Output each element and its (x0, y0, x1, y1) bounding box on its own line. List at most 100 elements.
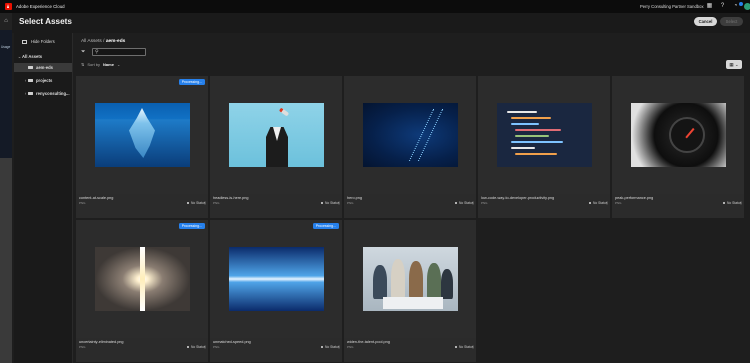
folder-icon (28, 78, 33, 83)
apps-grid-icon[interactable]: ▦ (706, 3, 713, 10)
asset-type: PNG (79, 345, 86, 349)
asset-image (363, 103, 458, 167)
status-dot-icon (321, 346, 323, 348)
asset-thumbnail[interactable] (210, 76, 342, 194)
processing-badge: Processing... (178, 223, 205, 229)
more-options-icon[interactable]: ⋮ (337, 200, 341, 205)
sort-icon: ⇅ (81, 62, 85, 67)
status-dot-icon (455, 202, 457, 204)
dialog-title: Select Assets (19, 17, 72, 26)
grid-view-icon[interactable]: ▦ ⌄ (726, 60, 742, 69)
breadcrumb-current: aem-eds (105, 39, 126, 44)
asset-image (229, 103, 324, 167)
status-dot-icon (321, 202, 323, 204)
asset-image (95, 103, 190, 167)
sort-control[interactable]: ⇅ Sort by Name ⌄ (81, 62, 120, 67)
hide-folders-label: Hide Folders (31, 39, 55, 44)
asset-image (229, 247, 324, 311)
status-dot-icon (187, 346, 189, 348)
adobe-logo-icon[interactable] (5, 3, 12, 10)
hide-folders-button[interactable]: Hide Folders (22, 39, 55, 44)
asset-name: content-at-scale.png (79, 196, 114, 200)
asset-card[interactable]: widen-the-talent-pool.png PNG No Status … (344, 220, 476, 362)
asset-card[interactable]: headless-is-here.png PNG No Status ⋮ (210, 76, 342, 218)
org-switcher[interactable]: Perry Consulting Partner Sandbox (640, 4, 704, 9)
status-dot-icon (455, 346, 457, 348)
folder-tree-panel: Hide Folders ⌄ All Assets aem-eds › proj… (14, 33, 73, 363)
more-options-icon[interactable]: ⋮ (203, 200, 207, 205)
asset-card[interactable]: Processing... unmatched-speed.png PNG No… (210, 220, 342, 362)
asset-image (631, 103, 726, 167)
select-assets-dialog: Select Assets Cancel Select Hide Folders… (12, 13, 750, 363)
tree-item-label: projects (36, 78, 53, 83)
folder-icon (28, 91, 33, 96)
background-nav-tag: Usage (1, 45, 11, 49)
search-icon: ⚲ (95, 49, 99, 55)
asset-thumbnail[interactable] (612, 76, 744, 194)
tree-item-renyconsulting[interactable]: › renyconsulting... (14, 89, 72, 98)
asset-image (95, 247, 190, 311)
tree-item-projects[interactable]: › projects (14, 76, 72, 85)
asset-type: PNG (79, 201, 86, 205)
tree-item-all-assets[interactable]: ⌄ All Assets (14, 52, 72, 61)
sort-label: Sort by (87, 62, 101, 67)
more-options-icon[interactable]: ⋮ (203, 344, 207, 349)
status-dot-icon (187, 202, 189, 204)
more-options-icon[interactable]: ⋮ (471, 200, 475, 205)
asset-type: PNG (481, 201, 488, 205)
tree-item-aem-eds[interactable]: aem-eds (14, 63, 72, 72)
asset-thumbnail[interactable]: Processing... (210, 220, 342, 338)
breadcrumb-root[interactable]: All Assets (81, 39, 102, 44)
bell-icon[interactable]: ◔ (732, 3, 739, 10)
filter-icon[interactable]: ⏷ (81, 49, 85, 56)
asset-thumbnail[interactable] (478, 76, 610, 194)
help-icon[interactable]: ? (719, 3, 726, 10)
home-icon[interactable]: ⌂ (0, 13, 12, 30)
breadcrumb: All Assets / aem-eds (81, 39, 125, 44)
app-title[interactable]: Adobe Experience Cloud (16, 4, 65, 9)
assets-content: All Assets / aem-eds ⏷ ⚲ ⇅ Sort by Name … (74, 33, 750, 363)
status-dot-icon (589, 202, 591, 204)
breadcrumb-separator: / (103, 39, 105, 44)
processing-badge: Processing... (178, 79, 205, 85)
asset-type: PNG (347, 345, 354, 349)
asset-card[interactable]: peak-performance.png PNG No Status ⋮ (612, 76, 744, 218)
more-options-icon[interactable]: ⋮ (337, 344, 341, 349)
asset-name: unmatched-speed.png (213, 340, 251, 344)
asset-card[interactable]: hero.png PNG No Status ⋮ (344, 76, 476, 218)
asset-type: PNG (213, 201, 220, 205)
asset-name: headless-is-here.png (213, 196, 249, 200)
more-options-icon[interactable]: ⋮ (605, 200, 609, 205)
select-button[interactable]: Select (720, 17, 743, 26)
asset-name: low-code-way-to-developer-productivity.p… (481, 196, 555, 200)
asset-image (497, 103, 592, 167)
more-options-icon[interactable]: ⋮ (739, 200, 743, 205)
chevron-down-icon: ⌄ (116, 62, 121, 67)
asset-card[interactable]: low-code-way-to-developer-productivity.p… (478, 76, 610, 218)
cancel-button[interactable]: Cancel (694, 17, 717, 26)
more-options-icon[interactable]: ⋮ (471, 344, 475, 349)
asset-card[interactable]: Processing... uncertainty-eliminated.png… (76, 220, 208, 362)
asset-thumbnail[interactable] (344, 76, 476, 194)
asset-type: PNG (213, 345, 220, 349)
asset-name: uncertainty-eliminated.png (79, 340, 124, 344)
folder-icon (28, 65, 33, 70)
avatar[interactable] (744, 3, 750, 10)
panel-toggle-icon (22, 39, 27, 44)
search-input[interactable]: ⚲ (92, 48, 146, 56)
asset-thumbnail[interactable]: Processing... (76, 220, 208, 338)
asset-image (363, 247, 458, 311)
asset-thumbnail[interactable]: Processing... (76, 76, 208, 194)
asset-card[interactable]: Processing... content-at-scale.png PNG N… (76, 76, 208, 218)
background-app-nav (0, 30, 12, 158)
asset-thumbnail[interactable] (344, 220, 476, 338)
sort-value: Name (103, 62, 114, 67)
notification-badge (739, 2, 743, 6)
processing-badge: Processing... (312, 223, 339, 229)
asset-type: PNG (615, 201, 622, 205)
tree-item-label: All Assets (22, 54, 43, 59)
asset-type: PNG (347, 201, 354, 205)
tree-item-label: renyconsulting... (36, 91, 70, 96)
status-dot-icon (723, 202, 725, 204)
global-header: Adobe Experience Cloud (0, 0, 750, 13)
